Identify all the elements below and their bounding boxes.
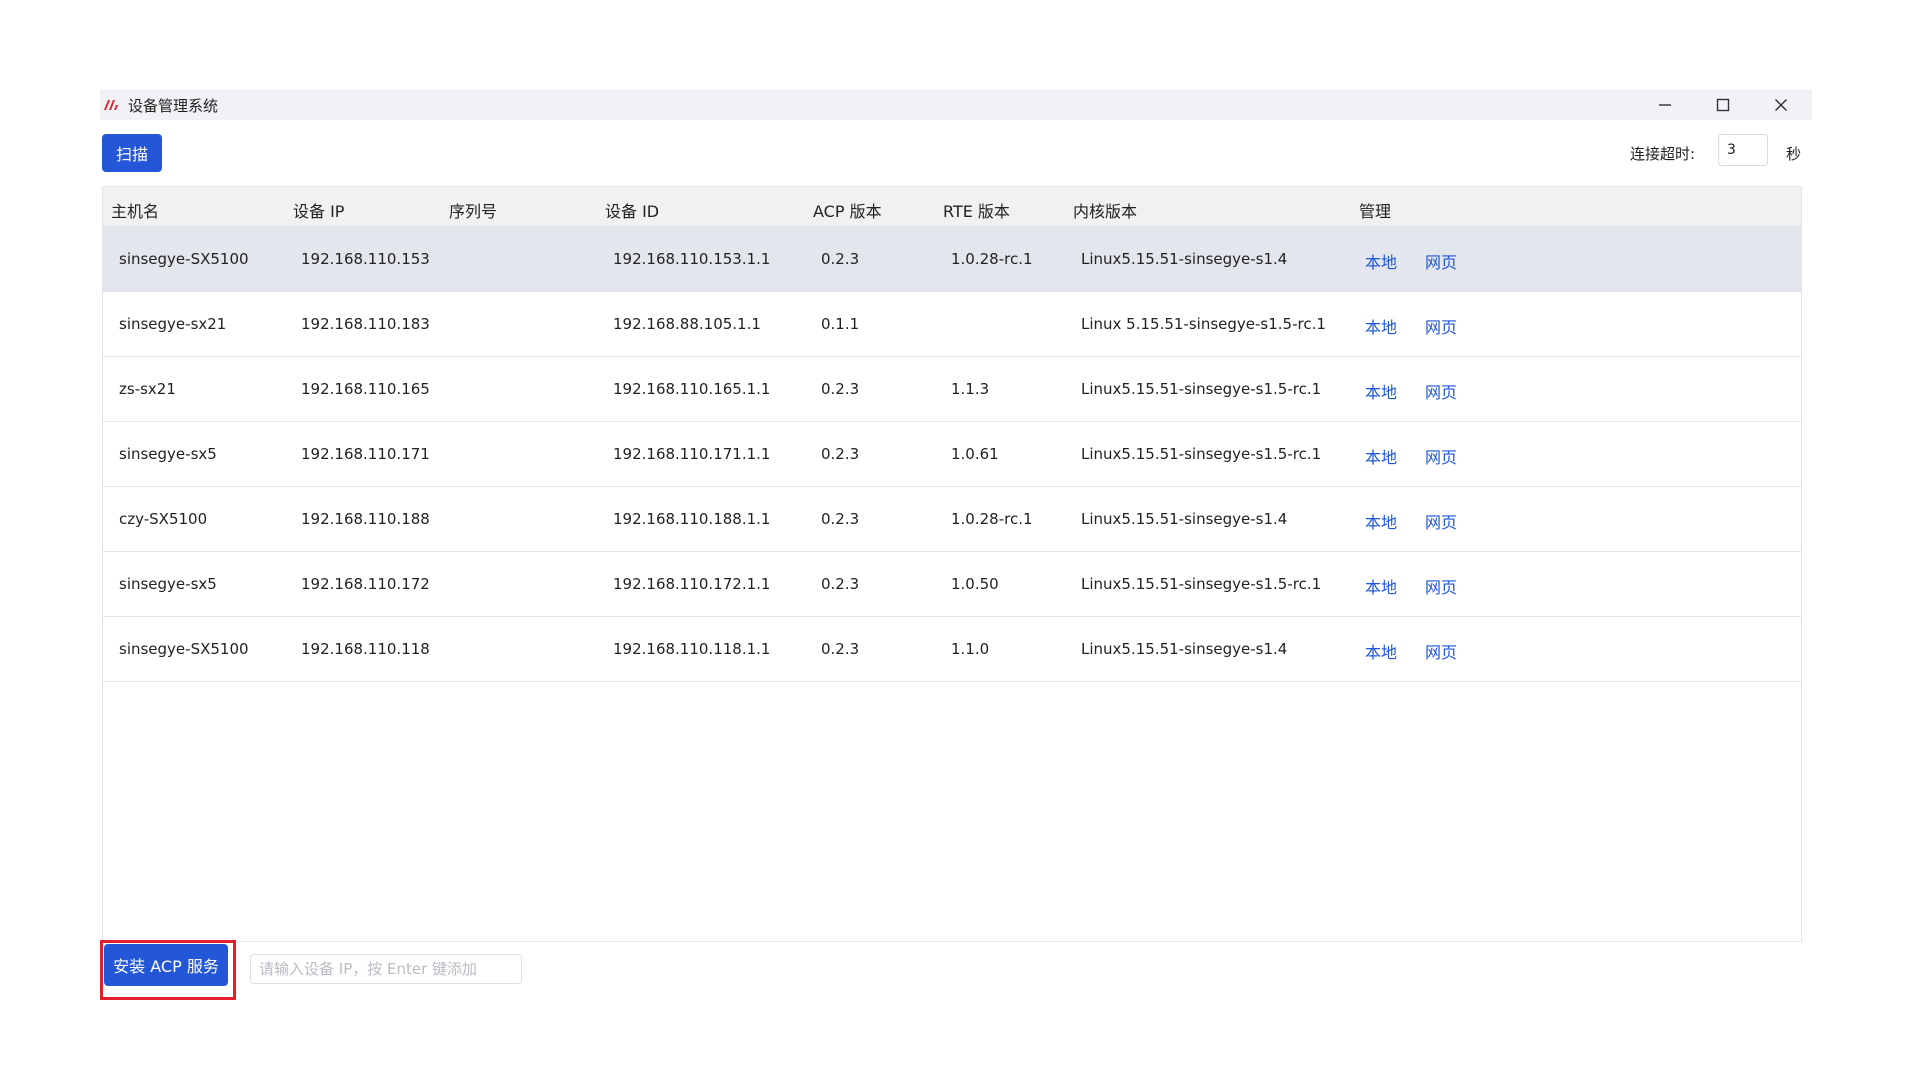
timeout-input[interactable] (1718, 134, 1768, 166)
cell-acp-version: 0.2.3 (821, 380, 860, 398)
local-link[interactable]: 本地 (1365, 249, 1397, 273)
cell-rte-version: 1.0.28-rc.1 (951, 510, 1033, 528)
web-link[interactable]: 网页 (1425, 639, 1457, 663)
table-row[interactable]: sinsegye-SX5100 192.168.110.153 192.168.11… (103, 227, 1801, 292)
local-link[interactable]: 本地 (1365, 639, 1397, 663)
cell-ip: 192.168.110.171 (301, 445, 430, 463)
cell-device-id: 192.168.110.165.1.1 (613, 380, 771, 398)
web-link[interactable]: 网页 (1425, 509, 1457, 533)
table-row[interactable]: zs-sx21 192.168.110.165 192.168.110.165.1.… (103, 357, 1801, 422)
cell-hostname: sinsegye-sx5 (119, 445, 217, 463)
table-row[interactable]: sinsegye-sx21 192.168.110.183 192.168.88.1… (103, 292, 1801, 357)
cell-acp-version: 0.1.1 (821, 315, 860, 333)
close-icon (1775, 99, 1787, 111)
cell-hostname: sinsegye-sx21 (119, 315, 227, 333)
local-link[interactable]: 本地 (1365, 509, 1397, 533)
local-link[interactable]: 本地 (1365, 314, 1397, 338)
cell-acp-version: 0.2.3 (821, 640, 860, 658)
table-row[interactable]: czy-SX5100 192.168.110.188 192.168.110.188… (103, 487, 1801, 552)
table-row[interactable]: sinsegye-sx5 192.168.110.171 192.168.110.1… (103, 422, 1801, 487)
cell-ip: 192.168.110.183 (301, 315, 430, 333)
cell-kernel-version: Linux5.15.51-sinsegye-s1.5-rc.1 (1081, 445, 1322, 463)
cell-acp-version: 0.2.3 (821, 575, 860, 593)
app-title: 设备管理系统 (128, 97, 219, 115)
local-link[interactable]: 本地 (1365, 574, 1397, 598)
column-header-acp[interactable]: ACP 版本 (813, 198, 882, 222)
cell-kernel-version: Linux5.15.51-sinsegye-s1.4 (1081, 250, 1288, 268)
cell-hostname: sinsegye-SX5100 (119, 250, 249, 268)
app-window: 设备管理系统 扫描 连接超时: 秒 主机名 设备 IP 序列号 设备 ID (100, 90, 1812, 1010)
cell-ip: 192.168.110.153 (301, 250, 430, 268)
web-link[interactable]: 网页 (1425, 574, 1457, 598)
cell-device-id: 192.168.110.171.1.1 (613, 445, 771, 463)
local-link[interactable]: 本地 (1365, 379, 1397, 403)
app-logo-icon (104, 100, 118, 110)
device-table: 主机名 设备 IP 序列号 设备 ID ACP 版本 RTE 版本 内核版本 管… (102, 186, 1802, 942)
cell-hostname: sinsegye-SX5100 (119, 640, 249, 658)
cell-hostname: zs-sx21 (119, 380, 176, 398)
cell-acp-version: 0.2.3 (821, 250, 860, 268)
cell-device-id: 192.168.88.105.1.1 (613, 315, 761, 333)
column-header-rte[interactable]: RTE 版本 (943, 198, 1010, 222)
cell-rte-version: 1.0.50 (951, 575, 999, 593)
device-ip-input[interactable] (250, 954, 522, 984)
table-row[interactable]: sinsegye-SX5100 192.168.110.118 192.168.11… (103, 617, 1801, 682)
cell-rte-version: 1.0.61 (951, 445, 999, 463)
cell-kernel-version: Linux5.15.51-sinsegye-s1.4 (1081, 510, 1288, 528)
cell-ip: 192.168.110.172 (301, 575, 430, 593)
cell-ip: 192.168.110.118 (301, 640, 430, 658)
cell-ip: 192.168.110.188 (301, 510, 430, 528)
cell-rte-version: 1.1.0 (951, 640, 990, 658)
cell-ip: 192.168.110.165 (301, 380, 430, 398)
column-header-kernel[interactable]: 内核版本 (1073, 198, 1137, 222)
cell-device-id: 192.168.110.153.1.1 (613, 250, 771, 268)
maximize-button[interactable] (1694, 90, 1752, 120)
cell-device-id: 192.168.110.172.1.1 (613, 575, 771, 593)
table-row[interactable]: sinsegye-sx5 192.168.110.172 192.168.110.1… (103, 552, 1801, 617)
timeout-label: 连接超时: (1630, 145, 1696, 163)
cell-device-id: 192.168.110.118.1.1 (613, 640, 771, 658)
cell-device-id: 192.168.110.188.1.1 (613, 510, 771, 528)
local-link[interactable]: 本地 (1365, 444, 1397, 468)
cell-rte-version: 1.1.3 (951, 380, 990, 398)
web-link[interactable]: 网页 (1425, 444, 1457, 468)
cell-hostname: czy-SX5100 (119, 510, 208, 528)
minimize-icon (1659, 104, 1671, 106)
title-bar: 设备管理系统 (100, 90, 1812, 120)
install-acp-button[interactable]: 安装 ACP 服务 (104, 944, 228, 986)
column-header-ip[interactable]: 设备 IP (293, 198, 344, 222)
column-header-device-id[interactable]: 设备 ID (605, 198, 659, 222)
close-button[interactable] (1752, 90, 1810, 120)
cell-acp-version: 0.2.3 (821, 510, 860, 528)
web-link[interactable]: 网页 (1425, 314, 1457, 338)
cell-kernel-version: Linux5.15.51-sinsegye-s1.5-rc.1 (1081, 575, 1322, 593)
cell-hostname: sinsegye-sx5 (119, 575, 217, 593)
cell-rte-version: 1.0.28-rc.1 (951, 250, 1033, 268)
web-link[interactable]: 网页 (1425, 379, 1457, 403)
table-header: 主机名 设备 IP 序列号 设备 ID ACP 版本 RTE 版本 内核版本 管… (103, 187, 1801, 227)
scan-button[interactable]: 扫描 (102, 134, 162, 172)
column-header-manage: 管理 (1359, 202, 1392, 221)
timeout-unit: 秒 (1786, 145, 1802, 163)
cell-kernel-version: Linux 5.15.51-sinsegye-s1.5-rc.1 (1081, 315, 1326, 333)
cell-kernel-version: Linux5.15.51-sinsegye-s1.4 (1081, 640, 1288, 658)
column-header-hostname[interactable]: 主机名 (111, 198, 159, 222)
column-header-serial[interactable]: 序列号 (449, 198, 497, 222)
cell-kernel-version: Linux5.15.51-sinsegye-s1.5-rc.1 (1081, 380, 1322, 398)
cell-acp-version: 0.2.3 (821, 445, 860, 463)
minimize-button[interactable] (1636, 90, 1694, 120)
web-link[interactable]: 网页 (1425, 249, 1457, 273)
maximize-icon (1716, 98, 1730, 112)
